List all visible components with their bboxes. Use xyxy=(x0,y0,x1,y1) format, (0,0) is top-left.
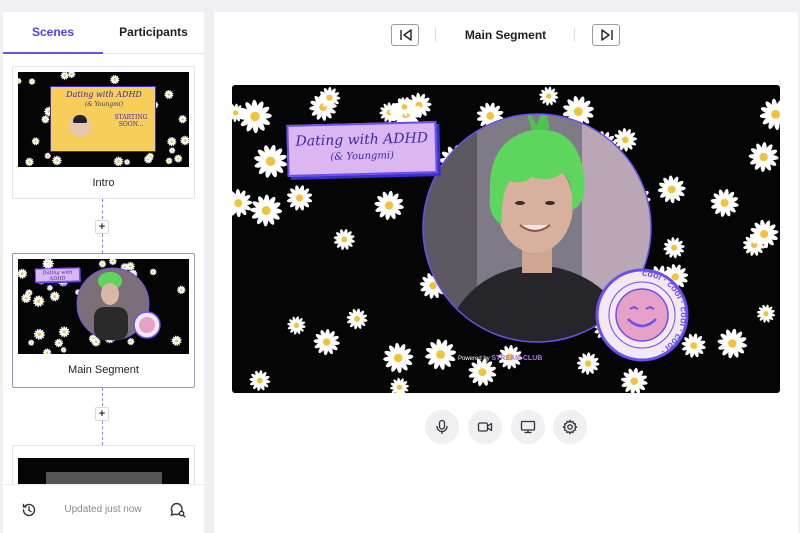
next-scene-button[interactable] xyxy=(592,24,620,46)
chat-search-icon[interactable] xyxy=(169,501,187,519)
daisy xyxy=(110,75,120,85)
stage-controls xyxy=(214,410,798,446)
daisy xyxy=(18,78,22,84)
scene-card-intro[interactable]: Dating with ADHD (& Youngmi) STARTING SO… xyxy=(12,66,195,199)
daisy xyxy=(164,89,174,100)
screen-share-button[interactable] xyxy=(511,410,545,444)
intro-avatar xyxy=(69,115,91,137)
title-banner: Dating with ADHD (& Youngmi) xyxy=(286,121,438,177)
camera-icon xyxy=(477,422,493,432)
previous-scene-button[interactable] xyxy=(391,24,419,46)
nav-divider xyxy=(435,28,436,42)
scene-thumbnail-main-segment: Dating with ADHD (& Youngmi) xyxy=(18,259,189,354)
add-scene-button[interactable]: + xyxy=(95,407,109,421)
camera-button[interactable] xyxy=(468,410,502,444)
daisy xyxy=(52,155,62,166)
tab-scenes[interactable]: Scenes xyxy=(3,12,103,54)
daisy xyxy=(178,115,187,124)
intro-card-status: STARTING SOON... xyxy=(114,114,148,128)
scene-connector xyxy=(102,421,103,445)
intro-starting-card: Dating with ADHD (& Youngmi) STARTING SO… xyxy=(50,86,156,152)
scene-card-main-segment[interactable]: Dating with ADHD (& Youngmi) Main Segmen… xyxy=(12,253,195,388)
powered-by-label: Powered by STREAM CLUB xyxy=(458,355,542,362)
stage-preview[interactable]: cool · cool · cool · cool · Dating with … xyxy=(232,85,780,393)
daisy xyxy=(25,157,34,167)
microphone-button[interactable] xyxy=(425,410,459,444)
skip-previous-icon xyxy=(400,29,412,41)
current-scene-title: Main Segment xyxy=(464,28,547,42)
stream-club-logo: STREAM CLUB xyxy=(491,355,543,362)
daisy xyxy=(165,157,173,165)
daisy xyxy=(168,147,176,154)
daisy xyxy=(44,152,52,160)
daisy xyxy=(113,156,124,167)
daisy xyxy=(41,115,50,124)
daisy xyxy=(174,154,183,163)
skip-next-icon xyxy=(601,29,613,41)
scene-name-main-segment: Main Segment xyxy=(68,364,139,376)
intro-card-subtitle: (& Youngmi) xyxy=(84,101,124,108)
mini-title-banner: Dating with ADHD (& Youngmi) xyxy=(34,267,81,287)
cool-smiley-badge: cool · cool · cool · cool · xyxy=(595,268,689,362)
daisy xyxy=(60,72,69,80)
gear-icon xyxy=(562,419,578,435)
monitor-icon xyxy=(520,420,536,434)
settings-button[interactable] xyxy=(553,410,587,444)
sidebar-footer: Updated just now xyxy=(3,484,204,533)
intro-card-title: Dating with ADHD xyxy=(66,90,142,99)
main-panel: Main Segment cool · cool · cool · cool ·… xyxy=(214,12,798,533)
scene-thumbnail-intro: Dating with ADHD (& Youngmi) STARTING SO… xyxy=(18,72,189,167)
scene-connector xyxy=(102,199,103,219)
daisy xyxy=(67,72,76,79)
history-icon[interactable] xyxy=(20,501,38,519)
mini-banner-title: Dating with ADHD xyxy=(42,269,73,283)
daisy xyxy=(180,135,189,146)
daisy xyxy=(123,158,131,166)
banner-subtitle: (& Youngmi) xyxy=(330,150,395,163)
daisy xyxy=(31,137,40,146)
scenes-sidebar: Scenes Participants Dating with ADHD (& … xyxy=(3,12,204,533)
scene-name-intro: Intro xyxy=(92,177,115,189)
add-scene-button[interactable]: + xyxy=(95,220,109,234)
scene-connector xyxy=(102,234,103,253)
banner-title: Dating with ADHD xyxy=(295,130,429,150)
tab-participants[interactable]: Participants xyxy=(103,12,204,54)
microphone-icon xyxy=(436,419,448,435)
sidebar-tabs: Scenes Participants xyxy=(3,12,204,54)
daisy xyxy=(167,136,177,147)
scene-connector xyxy=(102,388,103,406)
updated-status: Updated just now xyxy=(64,504,142,515)
daisy xyxy=(28,78,36,85)
powered-by-text: Powered by xyxy=(458,356,490,362)
nav-divider xyxy=(574,28,575,42)
